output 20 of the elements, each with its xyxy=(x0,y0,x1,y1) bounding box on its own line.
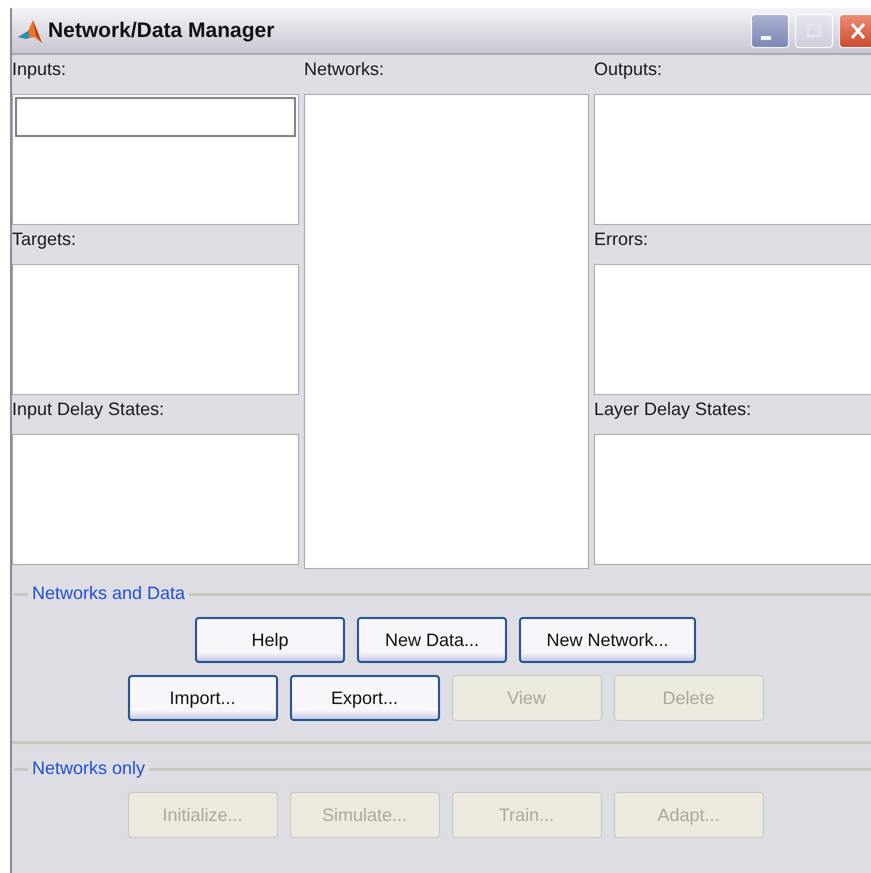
button[interactable]: Import... xyxy=(128,675,278,721)
list-box[interactable] xyxy=(12,434,299,565)
list-label: Input Delay States: xyxy=(12,398,166,421)
minimize-button[interactable] xyxy=(751,14,789,48)
window-title: Network/Data Manager xyxy=(48,18,274,42)
list-label: Inputs: xyxy=(12,58,68,81)
list-label: Targets: xyxy=(12,228,78,251)
button[interactable]: New Network... xyxy=(519,617,696,663)
button[interactable]: Export... xyxy=(290,675,440,721)
button[interactable]: New Data... xyxy=(357,617,507,663)
list-box[interactable] xyxy=(12,94,299,225)
list-label: Layer Delay States: xyxy=(594,398,752,421)
close-button[interactable] xyxy=(839,14,871,48)
list-label: Networks: xyxy=(304,58,386,81)
minimize-icon xyxy=(761,36,771,40)
list-label: Errors: xyxy=(594,228,649,251)
button[interactable]: Help xyxy=(195,617,345,663)
close-icon xyxy=(848,20,868,40)
list-label: Outputs: xyxy=(594,58,664,81)
list-box[interactable] xyxy=(12,264,299,395)
